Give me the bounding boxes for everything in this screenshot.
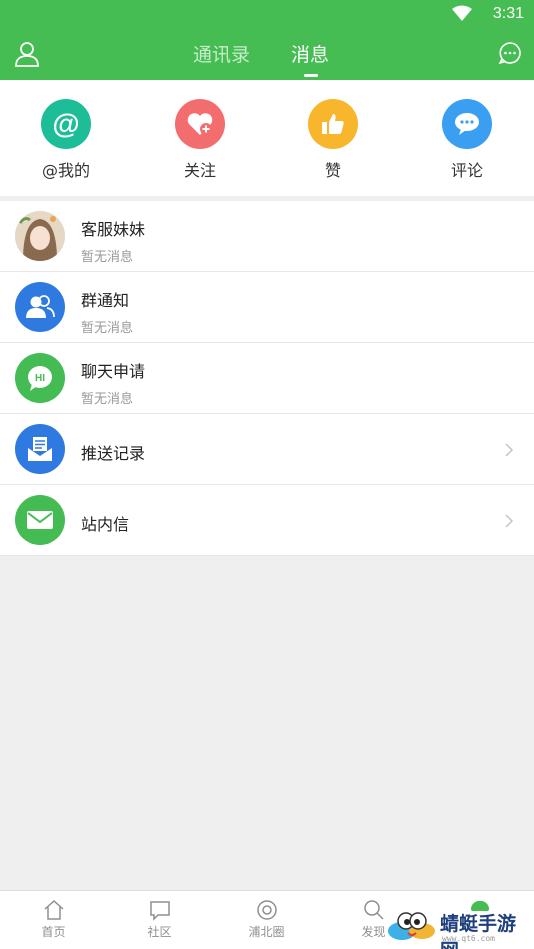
chat-bubble-icon[interactable] — [498, 41, 522, 65]
message-square-icon — [149, 901, 170, 921]
quick-action-label: 关注 — [183, 161, 216, 180]
nav-home[interactable]: 首页 — [0, 899, 107, 940]
watermark-text: 蜻蜓手游网 — [440, 913, 517, 949]
nav-pubei-circle[interactable]: 浦北圈 — [213, 899, 320, 940]
nav-community[interactable]: 社区 — [106, 899, 213, 940]
list-item-chat-request[interactable]: HI 聊天申请 暂无消息 — [0, 343, 534, 414]
avatar — [15, 211, 65, 261]
message-list: 客服妹妹 暂无消息 群通知 暂无消息 HI 聊天申请 暂无消息 推送记录 站内信 — [0, 201, 534, 556]
tab-messages[interactable]: 消息 — [291, 40, 329, 67]
quick-action-label: 赞 — [324, 161, 341, 180]
quick-action-mentions[interactable]: @ @我的 — [6, 99, 126, 181]
status-bar: 3:31 — [0, 0, 534, 28]
chevron-right-icon — [505, 443, 514, 457]
quick-action-comments[interactable]: 评论 — [407, 99, 527, 181]
quick-action-follow[interactable]: 关注 — [140, 99, 260, 181]
dragonfly-logo-icon — [388, 912, 435, 940]
list-item-title: 聊天申请 — [81, 362, 146, 381]
nav-label: 浦北圈 — [248, 925, 285, 939]
quick-action-label: @我的 — [41, 161, 90, 180]
thumbs-up-icon — [308, 99, 358, 149]
tab-contacts[interactable]: 通讯录 — [193, 40, 250, 67]
list-item-title: 客服妹妹 — [81, 220, 146, 239]
heart-plus-icon — [175, 99, 225, 149]
nav-label: 社区 — [147, 925, 172, 939]
group-users-icon — [15, 282, 65, 332]
watermark: 蜻蜓手游网 www.qt6.com — [386, 903, 534, 949]
svg-text:HI: HI — [35, 373, 45, 384]
inbox-icon — [15, 424, 65, 474]
user-icon[interactable] — [14, 41, 40, 67]
at-icon: @ — [41, 99, 91, 149]
comment-icon — [442, 99, 492, 149]
status-time: 3:31 — [492, 5, 524, 22]
quick-actions: @ @我的 关注 赞 评论 — [0, 80, 534, 196]
list-item-customer-service[interactable]: 客服妹妹 暂无消息 — [0, 201, 534, 272]
search-icon — [363, 900, 384, 920]
circle-icon — [256, 900, 277, 920]
list-item-subtitle: 暂无消息 — [81, 321, 134, 336]
list-item-title: 站内信 — [81, 515, 130, 534]
list-item-subtitle: 暂无消息 — [81, 392, 134, 407]
tab-indicator — [304, 74, 318, 77]
quick-action-likes[interactable]: 赞 — [273, 99, 393, 181]
home-icon — [44, 899, 63, 920]
list-item-title: 推送记录 — [81, 444, 146, 463]
list-item-push-history[interactable]: 推送记录 — [0, 414, 534, 485]
list-item-site-mail[interactable]: 站内信 — [0, 485, 534, 556]
quick-action-label: 评论 — [450, 161, 483, 180]
list-item-subtitle: 暂无消息 — [81, 250, 134, 265]
envelope-icon — [15, 495, 65, 545]
wifi-icon — [452, 5, 472, 21]
chevron-right-icon — [505, 514, 514, 528]
hi-bubble-icon: HI — [15, 353, 65, 403]
nav-label: 首页 — [41, 925, 66, 939]
watermark-url: www.qt6.com — [442, 934, 495, 943]
list-item-title: 群通知 — [81, 291, 130, 310]
app-header: 通讯录 消息 — [0, 28, 534, 80]
list-item-group-notice[interactable]: 群通知 暂无消息 — [0, 272, 534, 343]
